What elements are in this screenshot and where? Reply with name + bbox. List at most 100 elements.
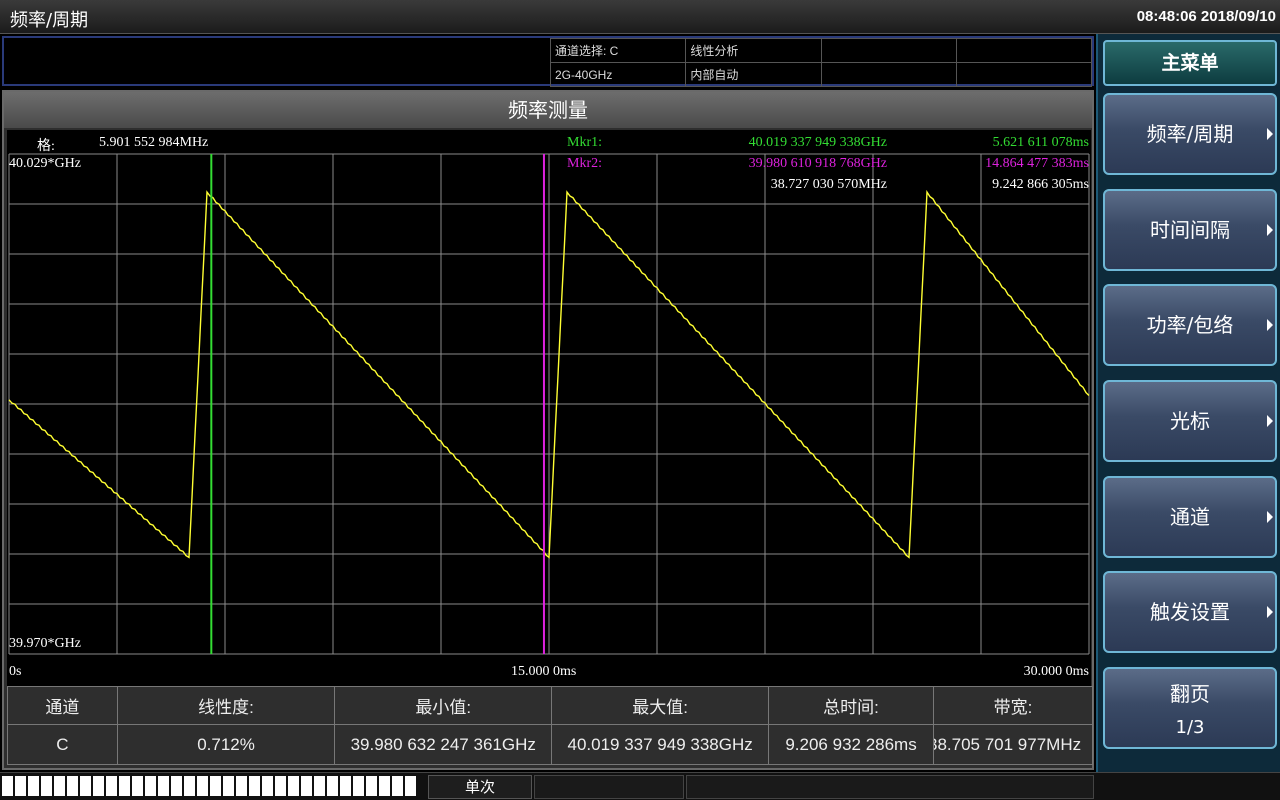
menu-page-button[interactable]: 翻页 1/3 (1103, 667, 1277, 749)
progress-segment (288, 776, 299, 796)
results-linearity: 0.712% (116, 724, 336, 765)
progress-segment (80, 776, 91, 796)
menu-page-value: 1/3 (1175, 717, 1205, 738)
info-empty-cell (955, 38, 1093, 63)
results-header-channel: 通道 (7, 686, 118, 725)
softkey-menu: 主菜单 频率/周期 时间间隔 功率/包络 光标 通道 触发设置 翻页 1/3 (1096, 34, 1280, 772)
submenu-arrow-icon (1267, 319, 1273, 331)
status-cell (686, 775, 1094, 799)
progress-segment (301, 776, 312, 796)
progress-segment (41, 776, 52, 796)
submenu-arrow-icon (1267, 606, 1273, 618)
progress-segment (28, 776, 39, 796)
acquisition-mode: 单次 (428, 775, 532, 799)
clock: 08:48:06 2018/09/10 (1136, 8, 1276, 25)
status-cell (534, 775, 684, 799)
progress-segment (236, 776, 247, 796)
marker1-time: 5.621 611 078ms (992, 135, 1089, 150)
menu-item-label: 时间间隔 (1150, 218, 1230, 242)
progress-segment (132, 776, 143, 796)
menu-item-label: 触发设置 (1150, 600, 1230, 624)
y-axis-bottom-label: 39.970*GHz (9, 636, 81, 651)
menu-item-label: 频率/周期 (1146, 122, 1234, 146)
progress-segment (197, 776, 208, 796)
results-bandwidth: 38.705 701 977MHz (932, 724, 1094, 765)
results-channel: C (7, 724, 118, 765)
progress-segment (275, 776, 286, 796)
progress-segment (184, 776, 195, 796)
menu-cursor-button[interactable]: 光标 (1103, 380, 1277, 462)
progress-segment (93, 776, 104, 796)
x-axis-mid-label: 15.000 0ms (511, 664, 577, 679)
menu-item-label: 通道 (1170, 505, 1210, 529)
channel-select-cell: 通道选择: C (549, 38, 687, 63)
progress-segment (262, 776, 273, 796)
menu-item-label: 光标 (1170, 409, 1210, 433)
menu-page-label: 翻页 (1170, 682, 1210, 706)
progress-segment (106, 776, 117, 796)
progress-segment (392, 776, 403, 796)
progress-segment (15, 776, 26, 796)
status-bar: 单次 (0, 772, 1280, 800)
panel-title: 频率测量 (4, 92, 1092, 128)
frequency-trace-chart[interactable] (7, 130, 1091, 686)
info-strip: 通道选择: C 线性分析 2G-40GHz 内部自动 (2, 36, 1094, 87)
progress-segment (210, 776, 221, 796)
results-min: 39.980 632 247 361GHz (334, 724, 553, 765)
progress-segment (327, 776, 338, 796)
menu-item-label: 功率/包络 (1146, 313, 1234, 337)
submenu-arrow-icon (1267, 511, 1273, 523)
results-header-linearity: 线性度: (116, 686, 336, 725)
progress-segment (314, 776, 325, 796)
marker1-frequency: 40.019 337 949 338GHz (748, 135, 887, 150)
progress-segment (366, 776, 377, 796)
trigger-source-cell: 内部自动 (685, 62, 822, 87)
results-max: 40.019 337 949 338GHz (551, 724, 770, 765)
window-title: 频率/周期 (10, 10, 89, 31)
progress-segment (249, 776, 260, 796)
menu-frequency-period-button[interactable]: 频率/周期 (1103, 93, 1277, 175)
results-header-bandwidth: 带宽: (932, 686, 1094, 725)
acquisition-progress (2, 776, 416, 796)
main-menu-button[interactable]: 主菜单 (1103, 40, 1277, 86)
marker1-label: Mkr1: (567, 135, 602, 150)
results-table: 通道 线性度: 最小值: 最大值: 总时间: 带宽: C 0.712% 39.9… (7, 686, 1094, 765)
main-menu-label: 主菜单 (1161, 52, 1219, 74)
progress-segment (171, 776, 182, 796)
band-cell: 2G-40GHz (549, 62, 687, 87)
title-bar: 频率/周期 08:48:06 2018/09/10 (0, 0, 1280, 34)
y-axis-top-label: 40.029*GHz (9, 156, 81, 171)
info-empty-cell (820, 38, 957, 63)
progress-segment (405, 776, 416, 796)
menu-time-interval-button[interactable]: 时间间隔 (1103, 189, 1277, 271)
menu-trigger-settings-button[interactable]: 触发设置 (1103, 571, 1277, 653)
x-axis-right-label: 30.000 0ms (1023, 664, 1089, 679)
info-empty-cell (820, 62, 957, 87)
analysis-mode-cell: 线性分析 (685, 38, 822, 63)
info-table: 通道选择: C 线性分析 2G-40GHz 内部自动 (549, 38, 1093, 87)
info-empty-cell (955, 62, 1093, 87)
results-header-total-time: 总时间: (768, 686, 934, 725)
progress-segment (119, 776, 130, 796)
results-header-max: 最大值: (551, 686, 770, 725)
progress-segment (379, 776, 390, 796)
menu-power-envelope-button[interactable]: 功率/包络 (1103, 284, 1277, 366)
marker2-time: 14.864 477 383ms (985, 156, 1089, 171)
menu-channel-button[interactable]: 通道 (1103, 476, 1277, 558)
submenu-arrow-icon (1267, 128, 1273, 140)
measurement-panel: 频率测量 格: 5.901 552 984MHz 40.029*GHz 39.9… (2, 90, 1094, 770)
progress-segment (158, 776, 169, 796)
submenu-arrow-icon (1267, 224, 1273, 236)
marker2-frequency: 39.980 610 918 768GHz (748, 156, 887, 171)
x-axis-left-label: 0s (9, 664, 22, 679)
progress-segment (223, 776, 234, 796)
progress-segment (54, 776, 65, 796)
results-header-min: 最小值: (334, 686, 553, 725)
results-total-time: 9.206 932 286ms (768, 724, 934, 765)
grid-value: 5.901 552 984MHz (99, 135, 209, 150)
submenu-arrow-icon (1267, 415, 1273, 427)
plot-area[interactable]: 格: 5.901 552 984MHz 40.029*GHz 39.970*GH… (7, 130, 1091, 686)
progress-segment (353, 776, 364, 796)
progress-segment (145, 776, 156, 796)
marker-delta-frequency: 38.727 030 570MHz (770, 177, 887, 192)
